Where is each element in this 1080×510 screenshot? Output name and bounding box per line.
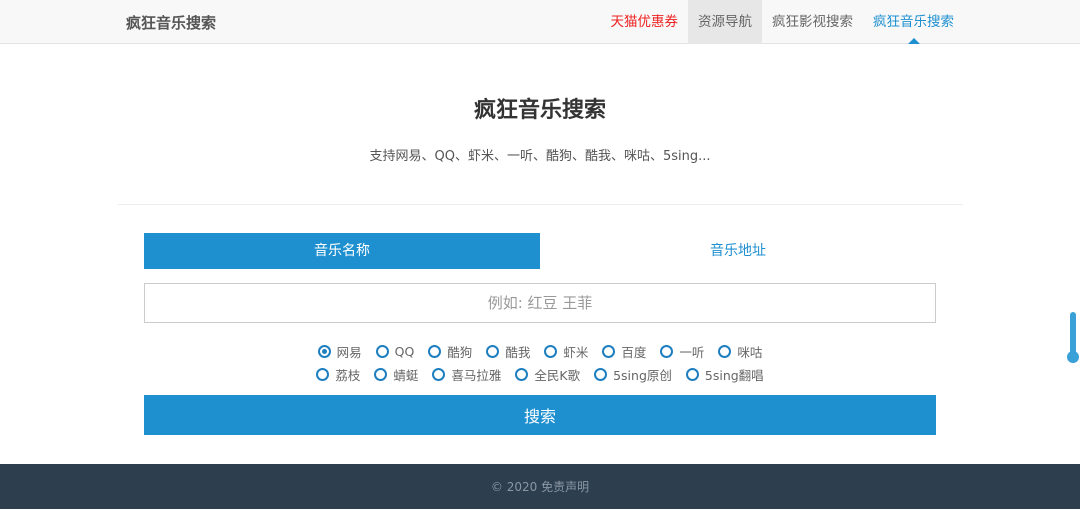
source-radio[interactable]: 荔枝 (316, 365, 360, 384)
side-scroll-slider[interactable] (1067, 312, 1079, 363)
source-radio[interactable]: 喜马拉雅 (432, 365, 501, 384)
source-radio-row-2: 荔枝 蜻蜓 喜马拉雅 全民K歌 5sing原创 5sing翻唱 (144, 365, 936, 384)
page-subtitle: 支持网易、QQ、虾米、一听、酷狗、酷我、咪咕、5sing... (369, 149, 711, 164)
tab-music-url[interactable]: 音乐地址 (540, 233, 936, 269)
radio-circle-icon[interactable] (316, 368, 330, 381)
source-radio[interactable]: 酷我 (486, 342, 530, 361)
footer-text[interactable]: © 2020 免责声明 (491, 480, 589, 494)
source-radio-label: 荔枝 (335, 368, 361, 383)
radio-circle-icon[interactable] (374, 368, 388, 381)
source-radio-label: 5sing翻唱 (704, 368, 764, 383)
source-radio[interactable]: 蜻蜓 (374, 365, 418, 384)
nav-item-tmall-coupon[interactable]: 天猫优惠券 (601, 0, 689, 44)
search-mode-tabs: 音乐名称 音乐地址 (144, 233, 936, 269)
radio-circle-icon[interactable] (544, 345, 558, 358)
radio-circle-icon[interactable] (594, 368, 608, 381)
radio-circle-icon[interactable] (486, 345, 500, 358)
radio-circle-icon[interactable] (375, 345, 389, 358)
source-radio[interactable]: 网易 (317, 342, 362, 361)
radio-circle-icon[interactable] (718, 345, 732, 358)
source-radio-label: 一听 (679, 345, 705, 360)
radio-circle-icon[interactable] (685, 368, 699, 381)
source-radio-label: 全民K歌 (534, 368, 581, 383)
source-radio-label: 酷我 (505, 345, 531, 360)
search-input[interactable] (144, 283, 936, 323)
source-radio[interactable]: 咪咕 (718, 342, 762, 361)
source-radio-label: 咪咕 (737, 345, 763, 360)
source-radio-row-1: 网易 QQ 酷狗 酷我 虾米 百度 一听 咪咕 (144, 342, 936, 361)
source-radio-label: 蜻蜓 (393, 368, 419, 383)
radio-circle-icon[interactable] (602, 345, 616, 358)
source-radio-label: 百度 (621, 345, 647, 360)
nav-item-video-search[interactable]: 疯狂影视搜索 (762, 0, 863, 44)
source-radio[interactable]: 虾米 (544, 342, 588, 361)
radio-circle-icon[interactable] (515, 368, 529, 381)
source-radio[interactable]: 一听 (660, 342, 704, 361)
search-button[interactable]: 搜索 (144, 395, 936, 435)
source-radio-label: 酷狗 (447, 345, 473, 360)
tab-music-name[interactable]: 音乐名称 (144, 233, 540, 269)
divider (118, 204, 963, 205)
brand-logo[interactable]: 疯狂音乐搜索 (126, 12, 216, 33)
nav-menu: 天猫优惠券 资源导航 疯狂影视搜索 疯狂音乐搜索 (601, 0, 965, 44)
source-radio[interactable]: QQ (375, 342, 415, 361)
source-radio-label: 喜马拉雅 (451, 368, 502, 383)
source-radio[interactable]: 百度 (602, 342, 646, 361)
top-navbar: 疯狂音乐搜索 天猫优惠券 资源导航 疯狂影视搜索 疯狂音乐搜索 (0, 0, 1080, 44)
radio-circle-icon[interactable] (428, 345, 442, 358)
source-radio-label: 5sing原创 (613, 368, 672, 383)
page-title: 疯狂音乐搜索 (473, 98, 606, 123)
radio-circle-icon[interactable] (660, 345, 674, 358)
nav-item-music-search[interactable]: 疯狂音乐搜索 (863, 0, 964, 44)
source-radio[interactable]: 全民K歌 (515, 365, 580, 384)
source-radio-label: QQ (394, 344, 415, 359)
source-radio[interactable]: 酷狗 (428, 342, 472, 361)
radio-circle-icon[interactable] (317, 345, 331, 358)
source-radio[interactable]: 5sing翻唱 (685, 365, 764, 384)
radio-circle-icon[interactable] (432, 368, 446, 381)
source-radio-label: 网易 (336, 345, 362, 360)
nav-item-resource-nav[interactable]: 资源导航 (688, 0, 762, 44)
source-radio-label: 虾米 (563, 345, 589, 360)
source-radio[interactable]: 5sing原创 (594, 365, 672, 384)
footer: © 2020 免责声明 (0, 464, 1080, 509)
